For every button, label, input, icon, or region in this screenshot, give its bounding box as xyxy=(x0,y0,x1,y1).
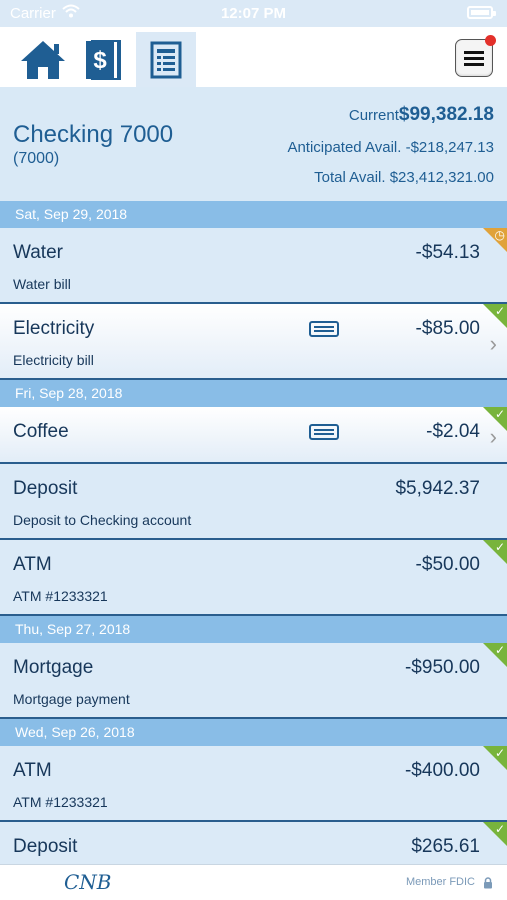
account-number: (7000) xyxy=(13,150,60,167)
current-balance-value: $99,382.18 xyxy=(398,104,494,125)
transaction-row[interactable]: Deposit $265.61 ✓ xyxy=(0,822,507,864)
check-icon: ✓ xyxy=(494,822,505,836)
chevron-right-icon: › xyxy=(489,331,497,356)
transaction-title: Deposit xyxy=(13,836,78,857)
transaction-title: Water xyxy=(13,242,63,263)
transaction-amount: $5,942.37 xyxy=(395,478,480,499)
check-icon: ✓ xyxy=(494,304,505,318)
date-header: Wed, Sep 26, 2018 xyxy=(0,719,507,746)
menu-button[interactable] xyxy=(455,35,496,77)
bank-logo: CNB xyxy=(64,870,112,894)
current-balance: Current$99,382.18 xyxy=(349,104,494,126)
lock-icon xyxy=(483,876,493,894)
hamburger-menu-icon xyxy=(464,51,484,66)
transaction-amount: -$54.13 xyxy=(415,242,480,263)
transaction-title: Coffee xyxy=(13,421,69,442)
transaction-row[interactable]: Mortgage Mortgage payment -$950.00 ✓ xyxy=(0,643,507,719)
date-header: Sat, Sep 29, 2018 xyxy=(0,201,507,228)
transaction-title: Electricity xyxy=(13,318,95,339)
transaction-description: ATM #1233321 xyxy=(13,794,108,810)
transaction-amount: -$400.00 xyxy=(404,760,480,781)
top-toolbar: $ xyxy=(0,27,507,87)
transaction-description: Electricity bill xyxy=(13,352,94,368)
notification-badge xyxy=(485,35,496,46)
transaction-row[interactable]: Coffee -$2.04 › ✓ xyxy=(0,407,507,464)
transaction-amount: -$950.00 xyxy=(404,657,480,678)
svg-text:$: $ xyxy=(93,47,107,74)
transaction-title: ATM xyxy=(13,554,52,575)
transaction-title: Mortgage xyxy=(13,657,94,678)
transaction-amount: $265.61 xyxy=(411,836,480,857)
check-icon: ✓ xyxy=(494,407,505,421)
anticipated-balance-label: Anticipated Avail. xyxy=(287,139,402,156)
transaction-row[interactable]: ATM ATM #1233321 -$50.00 ✓ xyxy=(0,540,507,616)
ledger-tab[interactable] xyxy=(136,32,196,87)
home-tab[interactable] xyxy=(13,32,73,87)
date-header: Thu, Sep 27, 2018 xyxy=(0,616,507,643)
transaction-amount: -$50.00 xyxy=(415,554,480,575)
check-image-icon[interactable] xyxy=(309,424,339,445)
total-balance: Total Avail. $23,412,321.00 xyxy=(314,169,494,186)
transaction-description: Deposit to Checking account xyxy=(13,512,192,528)
transaction-row[interactable]: Electricity Electricity bill -$85.00 › ✓ xyxy=(0,304,507,380)
date-header: Fri, Sep 28, 2018 xyxy=(0,380,507,407)
check-image-icon[interactable] xyxy=(309,321,339,342)
check-icon: ✓ xyxy=(494,643,505,657)
current-balance-label: Current xyxy=(348,107,399,124)
transaction-row[interactable]: ATM ATM #1233321 -$400.00 ✓ xyxy=(0,746,507,822)
account-name: Checking 7000 xyxy=(13,121,174,148)
check-icon: ✓ xyxy=(494,746,505,760)
clock-icon: ◷ xyxy=(494,228,505,242)
status-bar: Carrier 12:07 PM xyxy=(0,0,507,27)
battery-icon xyxy=(467,6,496,19)
transaction-description: Mortgage payment xyxy=(13,691,130,707)
anticipated-balance-value: -$218,247.13 xyxy=(405,139,494,156)
transaction-row[interactable]: Water Water bill -$54.13 ◷ xyxy=(0,228,507,304)
check-icon: ✓ xyxy=(494,540,505,554)
transaction-title: Deposit xyxy=(13,478,78,499)
transaction-description: ATM #1233321 xyxy=(13,588,108,604)
transaction-amount: -$2.04 xyxy=(426,421,480,442)
transaction-row[interactable]: Deposit Deposit to Checking account $5,9… xyxy=(0,464,507,540)
footer: CNB Member FDIC xyxy=(0,864,507,900)
dollar-document-icon: $ xyxy=(86,39,121,80)
transfer-tab[interactable]: $ xyxy=(74,32,134,87)
total-balance-label: Total Avail. xyxy=(314,169,386,186)
register-icon xyxy=(150,41,182,78)
anticipated-balance: Anticipated Avail. -$218,247.13 xyxy=(287,139,494,156)
transaction-title: ATM xyxy=(13,760,52,781)
clock-label: 12:07 PM xyxy=(220,5,287,22)
transaction-amount: -$85.00 xyxy=(415,318,480,339)
transaction-list[interactable]: Sat, Sep 29, 2018 Water Water bill -$54.… xyxy=(0,201,507,864)
home-icon xyxy=(21,40,65,79)
member-fdic-label: Member FDIC xyxy=(405,876,475,888)
account-summary: Checking 7000 (7000) Current$99,382.18 A… xyxy=(0,87,507,201)
total-balance-value: $23,412,321.00 xyxy=(389,169,494,186)
transaction-description: Water bill xyxy=(13,276,71,292)
